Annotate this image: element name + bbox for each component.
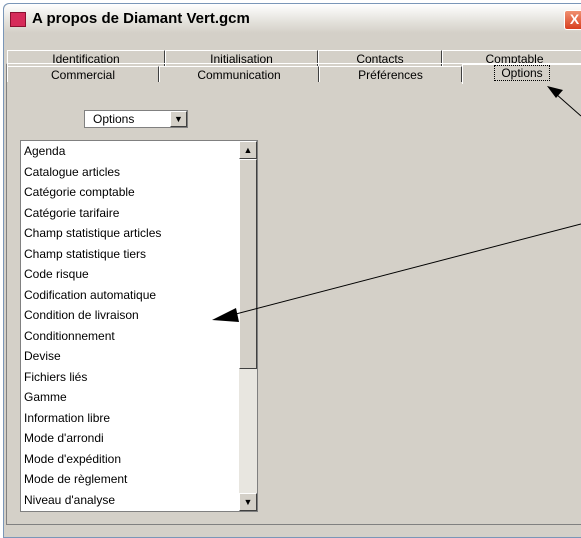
annotation-arrow-list-head [212,308,239,322]
annotation-arrow-list-line [231,223,581,316]
tab-options[interactable]: Options [462,64,581,84]
annotation-arrow-options-line [555,93,581,117]
annotation-arrow-options-head [547,86,563,98]
tab-options-label: Options [494,65,550,81]
